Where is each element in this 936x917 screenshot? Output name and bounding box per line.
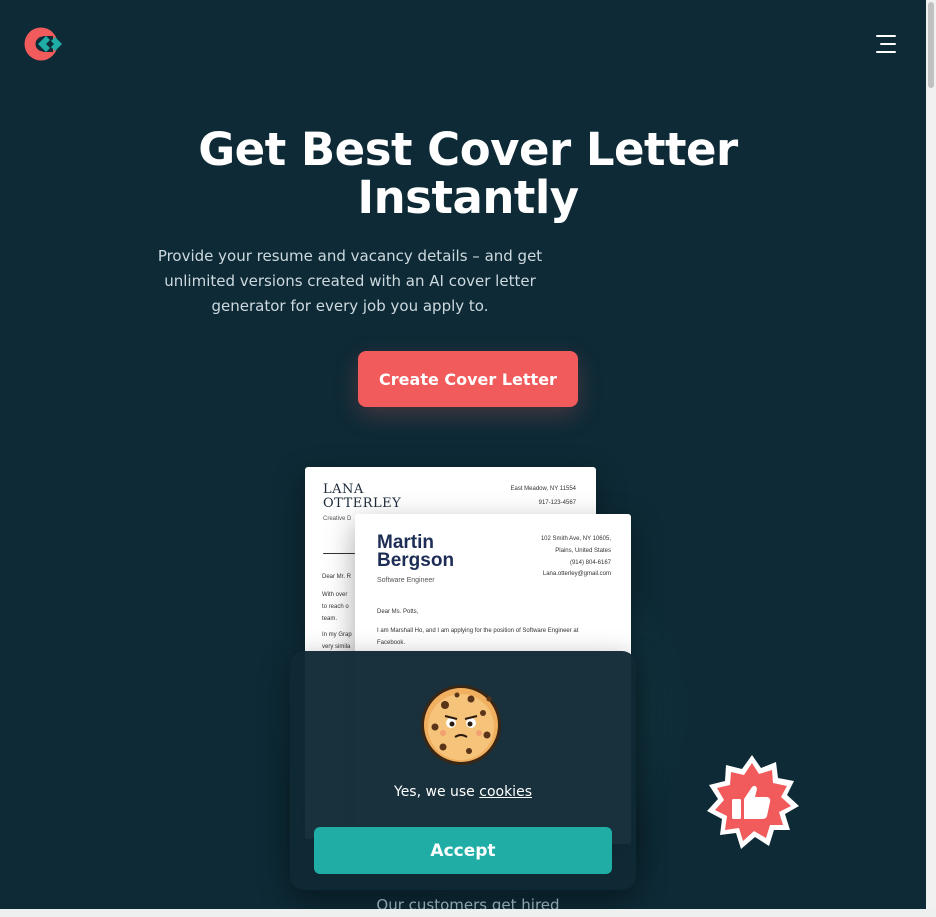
- preview-back-body-3: team.: [322, 616, 338, 622]
- preview-back-name: LANA OTTERLEY: [323, 483, 401, 511]
- hamburger-menu-icon[interactable]: [872, 33, 900, 55]
- preview-back-body-4: In my Grap: [322, 632, 352, 638]
- menu-bar-bottom: [876, 51, 896, 53]
- preview-front-body-2: Facebook.: [377, 640, 406, 646]
- preview-back-role: Creative D: [323, 516, 352, 522]
- hero-title: Get Best Cover Letter Instantly: [198, 123, 738, 224]
- scrollbar[interactable]: [926, 0, 936, 917]
- preview-back-name-line1: LANA: [323, 482, 364, 497]
- thumbs-up-badge-icon: [707, 755, 799, 849]
- preview-back-contact-1: East Meadow, NY 11554: [510, 486, 577, 492]
- preview-front-contact-1: 102 Smith Ave, NY 10605,: [540, 536, 611, 542]
- preview-back-body-2: to reach o: [322, 604, 349, 610]
- cookie-character-icon: [421, 685, 501, 765]
- preview-front-body-1: I am Marshall Ho, and I am applying for …: [377, 628, 579, 634]
- page: Get Best Cover Letter Instantly Provide …: [0, 0, 926, 917]
- preview-front-name: Martin Bergson: [377, 533, 455, 571]
- preview-back-contact-2: 917-123-4567: [538, 500, 576, 506]
- preview-back-divider: [323, 553, 355, 554]
- preview-front-name-line2: Bergson: [377, 550, 455, 571]
- accept-cookies-button[interactable]: Accept: [314, 827, 612, 874]
- hero-subtitle: Provide your resume and vacancy details …: [157, 247, 543, 315]
- cookie-message-text: Yes, we use: [394, 784, 475, 800]
- menu-bar-top: [876, 35, 896, 37]
- preview-back-greeting: Dear Mr. R: [322, 574, 352, 580]
- create-cover-letter-button[interactable]: Create Cover Letter: [358, 351, 578, 407]
- preview-front-contact-2: Plains, United States: [555, 548, 611, 554]
- preview-front-contact-3: (914) 804-6167: [569, 560, 611, 566]
- preview-back-name-line2: OTTERLEY: [323, 496, 402, 511]
- preview-front-greeting: Dear Ms. Potts,: [377, 609, 419, 615]
- coverletter-logo-icon[interactable]: [24, 26, 64, 62]
- preview-back-body-1: With over: [322, 592, 348, 598]
- bottom-edge: [0, 909, 936, 917]
- scrollbar-thumb[interactable]: [928, 2, 934, 88]
- menu-bar-middle: [880, 43, 896, 45]
- cookie-message: Yes, we use cookies: [290, 784, 636, 800]
- preview-front-role: Software Engineer: [377, 577, 435, 584]
- preview-front-contact-4: Lana.otterley@gmail.com: [542, 571, 611, 577]
- cookie-consent-banner: Yes, we use cookies Accept: [290, 651, 636, 890]
- cookies-link[interactable]: cookies: [479, 784, 532, 800]
